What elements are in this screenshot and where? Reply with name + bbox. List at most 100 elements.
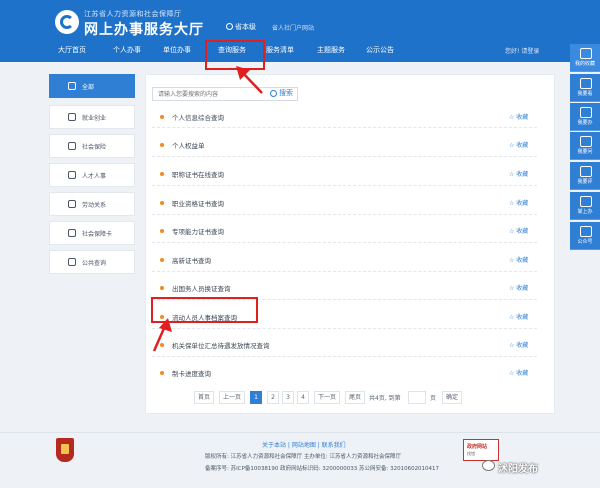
bullet-icon (160, 229, 164, 233)
go-page-button[interactable]: 确定 (442, 391, 463, 404)
ask-button[interactable]: 我要问 (570, 132, 600, 160)
favorite-button[interactable]: ☆ 收藏 (509, 368, 528, 377)
grid-icon (68, 82, 76, 90)
search-button[interactable]: 搜索 (270, 88, 293, 98)
favorite-button[interactable]: ☆ 收藏 (509, 112, 528, 121)
footer-record: 备案序号: 苏ICP备10038190 政府网站标识码: 3200000033 … (205, 466, 440, 472)
service-label[interactable]: 个人权益单 (172, 140, 205, 150)
people-icon (68, 171, 76, 179)
page-button[interactable]: 2 (267, 391, 279, 404)
sidebar-item-label: 公共查询 (82, 259, 107, 267)
wechat-account-button[interactable]: 公众号 (570, 222, 600, 250)
favorites-button[interactable]: 我的收藏 (570, 44, 600, 72)
bullet-icon (160, 258, 164, 262)
org-name: 江苏省人力资源和社会保障厅 (84, 10, 182, 18)
next-page-button[interactable]: 下一页 (314, 391, 341, 404)
service-label[interactable]: 个人信息综合查询 (172, 112, 224, 122)
sidebar-item-public-query[interactable]: 公共查询 (49, 250, 135, 274)
watermark: 沭阳发布 (498, 464, 538, 475)
bullet-icon (160, 172, 164, 176)
row-divider (152, 356, 537, 357)
annotation-arrow-icon (152, 318, 172, 352)
umbrella-icon (68, 142, 76, 150)
sidebar-item-label: 劳动关系 (82, 201, 107, 209)
favorite-button[interactable]: ☆ 收藏 (509, 169, 528, 178)
sidebar-item-social-insurance[interactable]: 社会保险 (49, 134, 135, 158)
sidebar-item-label: 社会保障卡 (82, 230, 113, 238)
category-sidebar: 全部 就业创业 社会保险 人才人事 劳动关系 社会保障卡 公共查询 (49, 74, 135, 284)
login-link[interactable]: 您好! 请登录 (505, 46, 539, 55)
list-item[interactable]: 机关保单位汇总待遇发放情况查询 ☆ 收藏 (152, 338, 542, 352)
favorite-button[interactable]: ☆ 收藏 (509, 312, 528, 321)
bullet-icon (160, 201, 164, 205)
view-button[interactable]: 我要看 (570, 74, 600, 102)
nav-company[interactable]: 单位办事 (163, 45, 191, 55)
main-nav: 大厅首页 个人办事 单位办事 查询服务 服务清单 主题服务 公示公告 您好! 请… (0, 40, 600, 62)
page-number-input[interactable] (408, 391, 426, 404)
footer-copyright: 版权所有: 江苏省人力资源和社会保障厅 主办单位: 江苏省人力资源和社会保障厅 (205, 454, 401, 460)
service-label[interactable]: 职业资格证书查询 (172, 198, 224, 208)
service-label[interactable]: 专项能力证书查询 (172, 226, 224, 236)
handshake-icon (68, 200, 76, 208)
rate-button[interactable]: 我要评 (570, 162, 600, 190)
page-button[interactable]: 4 (297, 391, 309, 404)
row-divider (152, 185, 537, 186)
nav-theme-services[interactable]: 主题服务 (317, 45, 345, 55)
list-item[interactable]: 个人信息综合查询 ☆ 收藏 (152, 110, 542, 124)
document-icon (68, 258, 76, 266)
gov-site-badge[interactable]: 政府网站 找错 (463, 439, 499, 461)
location-icon (226, 23, 233, 30)
service-label[interactable]: 机关保单位汇总待遇发放情况查询 (172, 340, 270, 350)
wechat-icon (482, 460, 495, 471)
service-label[interactable]: 高新证书查询 (172, 255, 211, 265)
list-item[interactable]: 职业资格证书查询 ☆ 收藏 (152, 196, 542, 210)
region-selector[interactable]: 省本级 (226, 22, 256, 32)
site-title: 网上办事服务大厅 (84, 22, 204, 38)
service-panel (145, 74, 555, 414)
service-label[interactable]: 制卡进度查询 (172, 368, 211, 378)
list-item[interactable]: 专项能力证书查询 ☆ 收藏 (152, 224, 542, 238)
row-divider (152, 127, 537, 128)
nav-announcements[interactable]: 公示公告 (366, 45, 394, 55)
sidebar-item-ss-card[interactable]: 社会保障卡 (49, 221, 135, 245)
page-button[interactable]: 1 (250, 391, 262, 404)
prev-page-button[interactable]: 上一页 (219, 391, 246, 404)
sidebar-item-talent[interactable]: 人才人事 (49, 163, 135, 187)
list-item[interactable]: 职称证书在线查询 ☆ 收藏 (152, 167, 542, 181)
list-item[interactable]: 出国务人员换证查询 ☆ 收藏 (152, 281, 542, 295)
favorite-button[interactable]: ☆ 收藏 (509, 255, 528, 264)
sidebar-item-labor[interactable]: 劳动关系 (49, 192, 135, 216)
page-unit: 页 (430, 395, 437, 402)
list-item[interactable]: 个人权益单 ☆ 收藏 (152, 138, 542, 152)
nav-service-list[interactable]: 服务清单 (266, 45, 294, 55)
bullet-icon (160, 143, 164, 147)
favorite-button[interactable]: ☆ 收藏 (509, 283, 528, 292)
footer-links[interactable]: 关于本站 | 网站地图 | 联系我们 (262, 440, 346, 449)
bullet-icon (160, 371, 164, 375)
row-divider (152, 242, 537, 243)
favorite-button[interactable]: ☆ 收藏 (509, 140, 528, 149)
list-item[interactable]: 高新证书查询 ☆ 收藏 (152, 253, 542, 267)
sidebar-item-all[interactable]: 全部 (49, 74, 135, 98)
annotation-arrow-icon (236, 66, 263, 94)
service-label[interactable]: 职称证书在线查询 (172, 169, 224, 179)
first-page-button[interactable]: 首页 (194, 391, 215, 404)
list-item[interactable]: 制卡进度查询 ☆ 收藏 (152, 366, 542, 380)
police-badge-icon (56, 438, 74, 462)
gov-badge-sub: 找错 (467, 451, 475, 456)
nav-home[interactable]: 大厅首页 (58, 45, 86, 55)
sidebar-item-employment[interactable]: 就业创业 (49, 105, 135, 129)
last-page-button[interactable]: 尾页 (345, 391, 366, 404)
mobile-button[interactable]: 掌上办 (570, 192, 600, 220)
row-divider (152, 271, 537, 272)
favorite-button[interactable]: ☆ 收藏 (509, 198, 528, 207)
page-button[interactable]: 3 (282, 391, 294, 404)
gov-badge-title: 政府网站 (467, 444, 488, 450)
hrss-logo-icon (55, 10, 79, 34)
favorite-button[interactable]: ☆ 收藏 (509, 340, 528, 349)
nav-personal[interactable]: 个人办事 (113, 45, 141, 55)
handle-button[interactable]: 我要办 (570, 103, 600, 131)
service-label[interactable]: 出国务人员换证查询 (172, 283, 231, 293)
favorite-button[interactable]: ☆ 收藏 (509, 226, 528, 235)
portal-link[interactable]: 省人社门户网站 (272, 23, 314, 32)
